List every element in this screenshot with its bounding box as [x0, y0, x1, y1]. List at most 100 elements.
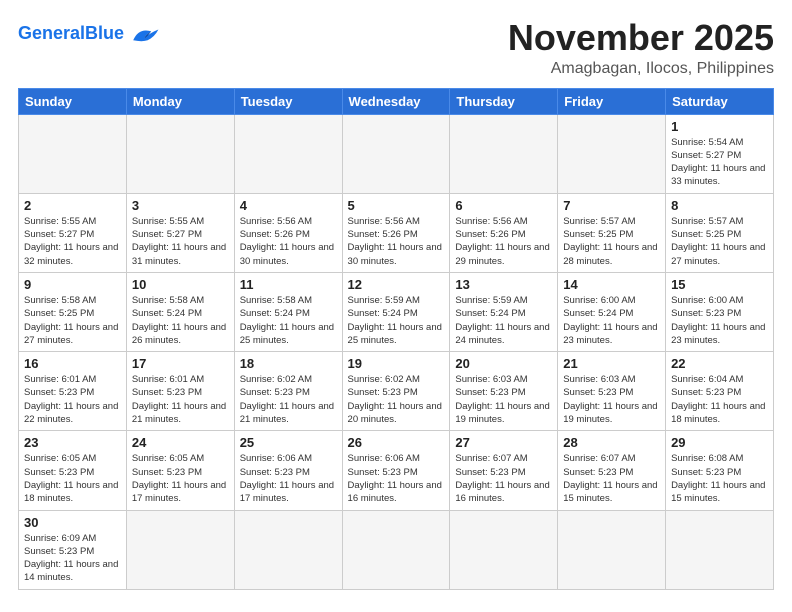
day-info: Sunrise: 6:07 AM Sunset: 5:23 PM Dayligh… [455, 452, 552, 505]
day-number: 19 [348, 356, 445, 371]
day-number: 24 [132, 435, 229, 450]
day-info: Sunrise: 6:06 AM Sunset: 5:23 PM Dayligh… [240, 452, 337, 505]
day-number: 6 [455, 198, 552, 213]
day-number: 17 [132, 356, 229, 371]
logo-text-general: GeneralBlue [18, 24, 124, 42]
table-row: 2 Sunrise: 5:55 AM Sunset: 5:27 PM Daylig… [19, 193, 127, 272]
day-number: 4 [240, 198, 337, 213]
table-row: 17Sunrise: 6:01 AM Sunset: 5:23 PM Dayli… [126, 352, 234, 431]
day-number: 8 [671, 198, 768, 213]
calendar-header-row: Sunday Monday Tuesday Wednesday Thursday… [19, 88, 774, 114]
table-row [558, 510, 666, 589]
day-number: 3 [132, 198, 229, 213]
day-info: Sunrise: 6:01 AM Sunset: 5:23 PM Dayligh… [24, 373, 121, 426]
day-info: Sunrise: 6:08 AM Sunset: 5:23 PM Dayligh… [671, 452, 768, 505]
day-number: 22 [671, 356, 768, 371]
day-number: 28 [563, 435, 660, 450]
table-row: 9Sunrise: 5:58 AM Sunset: 5:25 PM Daylig… [19, 272, 127, 351]
table-row: 23 Sunrise: 6:05 AM Sunset: 5:23 PM Dayli… [19, 431, 127, 510]
day-number: 27 [455, 435, 552, 450]
table-row: 10 Sunrise: 5:58 AM Sunset: 5:24 PM Dayli… [126, 272, 234, 351]
table-row: 8 Sunrise: 5:57 AM Sunset: 5:25 PM Daylig… [666, 193, 774, 272]
table-row [342, 114, 450, 193]
calendar-table: Sunday Monday Tuesday Wednesday Thursday… [18, 88, 774, 590]
day-info: Sunrise: 5:57 AM Sunset: 5:25 PM Dayligh… [563, 215, 660, 268]
table-row: 7 Sunrise: 5:57 AM Sunset: 5:25 PM Daylig… [558, 193, 666, 272]
day-number: 20 [455, 356, 552, 371]
logo: GeneralBlue [18, 18, 162, 44]
table-row: 16 Sunrise: 6:01 AM Sunset: 5:23 PM Dayli… [19, 352, 127, 431]
day-number: 16 [24, 356, 121, 371]
col-monday: Monday [126, 88, 234, 114]
table-row: 19Sunrise: 6:02 AM Sunset: 5:23 PM Dayli… [342, 352, 450, 431]
table-row [126, 114, 234, 193]
table-row: 29Sunrise: 6:08 AM Sunset: 5:23 PM Dayli… [666, 431, 774, 510]
table-row: 5 Sunrise: 5:56 AM Sunset: 5:26 PM Daylig… [342, 193, 450, 272]
table-row [666, 510, 774, 589]
day-info: Sunrise: 5:56 AM Sunset: 5:26 PM Dayligh… [348, 215, 445, 268]
col-saturday: Saturday [666, 88, 774, 114]
day-number: 12 [348, 277, 445, 292]
day-info: Sunrise: 6:07 AM Sunset: 5:23 PM Dayligh… [563, 452, 660, 505]
day-number: 13 [455, 277, 552, 292]
day-number: 26 [348, 435, 445, 450]
table-row: 1 Sunrise: 5:54 AM Sunset: 5:27 PM Daylig… [666, 114, 774, 193]
table-row [234, 510, 342, 589]
day-number: 2 [24, 198, 121, 213]
day-info: Sunrise: 6:02 AM Sunset: 5:23 PM Dayligh… [240, 373, 337, 426]
table-row: 28 Sunrise: 6:07 AM Sunset: 5:23 PM Dayli… [558, 431, 666, 510]
table-row [342, 510, 450, 589]
day-info: Sunrise: 5:55 AM Sunset: 5:27 PM Dayligh… [132, 215, 229, 268]
day-number: 11 [240, 277, 337, 292]
day-number: 5 [348, 198, 445, 213]
table-row: 3 Sunrise: 5:55 AM Sunset: 5:27 PM Daylig… [126, 193, 234, 272]
day-number: 23 [24, 435, 121, 450]
day-number: 14 [563, 277, 660, 292]
day-info: Sunrise: 5:54 AM Sunset: 5:27 PM Dayligh… [671, 136, 768, 189]
table-row: 21Sunrise: 6:03 AM Sunset: 5:23 PM Dayli… [558, 352, 666, 431]
day-info: Sunrise: 6:09 AM Sunset: 5:23 PM Dayligh… [24, 532, 121, 585]
day-info: Sunrise: 6:05 AM Sunset: 5:23 PM Dayligh… [24, 452, 121, 505]
day-info: Sunrise: 5:59 AM Sunset: 5:24 PM Dayligh… [455, 294, 552, 347]
col-sunday: Sunday [19, 88, 127, 114]
table-row: 14 Sunrise: 6:00 AM Sunset: 5:24 PM Dayli… [558, 272, 666, 351]
col-wednesday: Wednesday [342, 88, 450, 114]
day-info: Sunrise: 5:57 AM Sunset: 5:25 PM Dayligh… [671, 215, 768, 268]
table-row [234, 114, 342, 193]
day-info: Sunrise: 5:58 AM Sunset: 5:24 PM Dayligh… [240, 294, 337, 347]
table-row: 6Sunrise: 5:56 AM Sunset: 5:26 PM Daylig… [450, 193, 558, 272]
day-info: Sunrise: 5:59 AM Sunset: 5:24 PM Dayligh… [348, 294, 445, 347]
day-info: Sunrise: 5:58 AM Sunset: 5:25 PM Dayligh… [24, 294, 121, 347]
col-thursday: Thursday [450, 88, 558, 114]
table-row: 30 Sunrise: 6:09 AM Sunset: 5:23 PM Dayli… [19, 510, 127, 589]
location-subtitle: Amagbagan, Ilocos, Philippines [508, 60, 774, 78]
day-info: Sunrise: 5:56 AM Sunset: 5:26 PM Dayligh… [240, 215, 337, 268]
day-info: Sunrise: 6:06 AM Sunset: 5:23 PM Dayligh… [348, 452, 445, 505]
day-info: Sunrise: 5:58 AM Sunset: 5:24 PM Dayligh… [132, 294, 229, 347]
table-row: 27 Sunrise: 6:07 AM Sunset: 5:23 PM Dayli… [450, 431, 558, 510]
col-tuesday: Tuesday [234, 88, 342, 114]
table-row: 15Sunrise: 6:00 AM Sunset: 5:23 PM Dayli… [666, 272, 774, 351]
table-row [450, 114, 558, 193]
day-number: 30 [24, 515, 121, 530]
table-row [450, 510, 558, 589]
day-number: 7 [563, 198, 660, 213]
day-number: 10 [132, 277, 229, 292]
day-info: Sunrise: 6:00 AM Sunset: 5:24 PM Dayligh… [563, 294, 660, 347]
day-number: 25 [240, 435, 337, 450]
day-info: Sunrise: 6:04 AM Sunset: 5:23 PM Dayligh… [671, 373, 768, 426]
month-title: November 2025 [508, 18, 774, 58]
table-row: 12 Sunrise: 5:59 AM Sunset: 5:24 PM Dayli… [342, 272, 450, 351]
table-row: 26 Sunrise: 6:06 AM Sunset: 5:23 PM Dayli… [342, 431, 450, 510]
day-info: Sunrise: 6:05 AM Sunset: 5:23 PM Dayligh… [132, 452, 229, 505]
day-info: Sunrise: 6:00 AM Sunset: 5:23 PM Dayligh… [671, 294, 768, 347]
title-block: November 2025 Amagbagan, Ilocos, Philipp… [508, 18, 774, 78]
table-row: 18Sunrise: 6:02 AM Sunset: 5:23 PM Dayli… [234, 352, 342, 431]
table-row: 22 Sunrise: 6:04 AM Sunset: 5:23 PM Dayli… [666, 352, 774, 431]
table-row [19, 114, 127, 193]
day-info: Sunrise: 6:03 AM Sunset: 5:23 PM Dayligh… [455, 373, 552, 426]
day-number: 1 [671, 119, 768, 134]
day-info: Sunrise: 6:03 AM Sunset: 5:23 PM Dayligh… [563, 373, 660, 426]
day-info: Sunrise: 5:55 AM Sunset: 5:27 PM Dayligh… [24, 215, 121, 268]
table-row: 20 Sunrise: 6:03 AM Sunset: 5:23 PM Dayli… [450, 352, 558, 431]
